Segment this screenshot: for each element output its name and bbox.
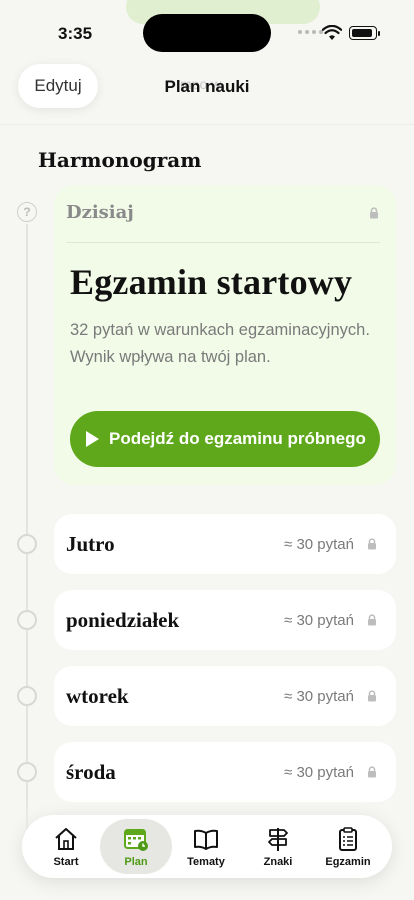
today-label: Dzisiaj — [66, 202, 134, 223]
signpost-icon — [268, 828, 288, 851]
tab-plan[interactable]: Plan — [100, 819, 172, 874]
book-icon — [194, 829, 218, 850]
tab-label: Znaki — [263, 856, 293, 868]
section-title: Harmonogram — [38, 148, 202, 172]
home-icon — [55, 828, 77, 850]
lock-icon — [368, 690, 376, 702]
lock-icon — [368, 614, 376, 626]
tab-label: Plan — [124, 856, 148, 868]
edit-button[interactable]: Edytuj — [18, 64, 98, 108]
today-card: Dzisiaj Egzamin startowy 32 pytań w waru… — [54, 185, 396, 485]
day-card-poniedzialek[interactable]: poniedziałek ≈ 30 pytań — [54, 590, 396, 650]
day-card-sroda[interactable]: środa ≈ 30 pytań — [54, 742, 396, 802]
day-name: Jutro — [66, 531, 115, 556]
timeline-dot — [17, 610, 37, 630]
timeline-dot — [17, 534, 37, 554]
day-card-jutro[interactable]: Jutro ≈ 30 pytań — [54, 514, 396, 574]
tab-label: Tematy — [187, 856, 225, 868]
wifi-icon — [322, 25, 342, 40]
day-question-count: ≈ 30 pytań — [284, 687, 354, 705]
today-divider — [66, 242, 380, 243]
faded-background-text: mpo w — [180, 76, 222, 92]
header-divider — [0, 124, 414, 125]
status-time: 3:35 — [58, 24, 93, 43]
status-bar: 3:35 — [0, 0, 414, 60]
day-name: środa — [66, 759, 116, 784]
start-practice-exam-label: Podejdź do egzaminu próbnego — [109, 429, 366, 448]
exam-description: 32 pytań w warunkach egzaminacyjnych. Wy… — [70, 321, 370, 366]
tab-bar: Start Plan Tematy Znaki Egzamin — [22, 815, 392, 878]
tab-start[interactable]: Start — [30, 815, 102, 878]
clipboard-icon — [339, 827, 357, 851]
exam-heading: Egzamin startowy — [70, 262, 353, 302]
lock-icon — [370, 207, 378, 219]
tab-label: Start — [53, 856, 79, 868]
timeline-dot — [17, 686, 37, 706]
start-practice-exam-button[interactable]: Podejdź do egzaminu próbnego — [70, 411, 380, 467]
lock-icon — [368, 538, 376, 550]
tab-label: Egzamin — [325, 856, 371, 868]
timeline-help-icon[interactable]: ? — [17, 202, 37, 222]
day-card-wtorek[interactable]: wtorek ≈ 30 pytań — [54, 666, 396, 726]
tab-znaki[interactable]: Znaki — [242, 815, 314, 878]
cellular-signal-icon — [298, 30, 323, 34]
lock-icon — [368, 766, 376, 778]
day-question-count: ≈ 30 pytań — [284, 763, 354, 781]
battery-icon — [349, 26, 380, 40]
day-question-count: ≈ 30 pytań — [284, 535, 354, 553]
day-name: poniedziałek — [66, 607, 180, 632]
tab-tematy[interactable]: Tematy — [170, 815, 242, 878]
play-icon — [86, 431, 99, 447]
day-question-count: ≈ 30 pytań — [284, 611, 354, 629]
tab-egzamin[interactable]: Egzamin — [312, 815, 384, 878]
timeline-dot — [17, 762, 37, 782]
day-name: wtorek — [66, 683, 129, 708]
dynamic-island — [143, 14, 271, 52]
calendar-icon — [124, 829, 148, 851]
